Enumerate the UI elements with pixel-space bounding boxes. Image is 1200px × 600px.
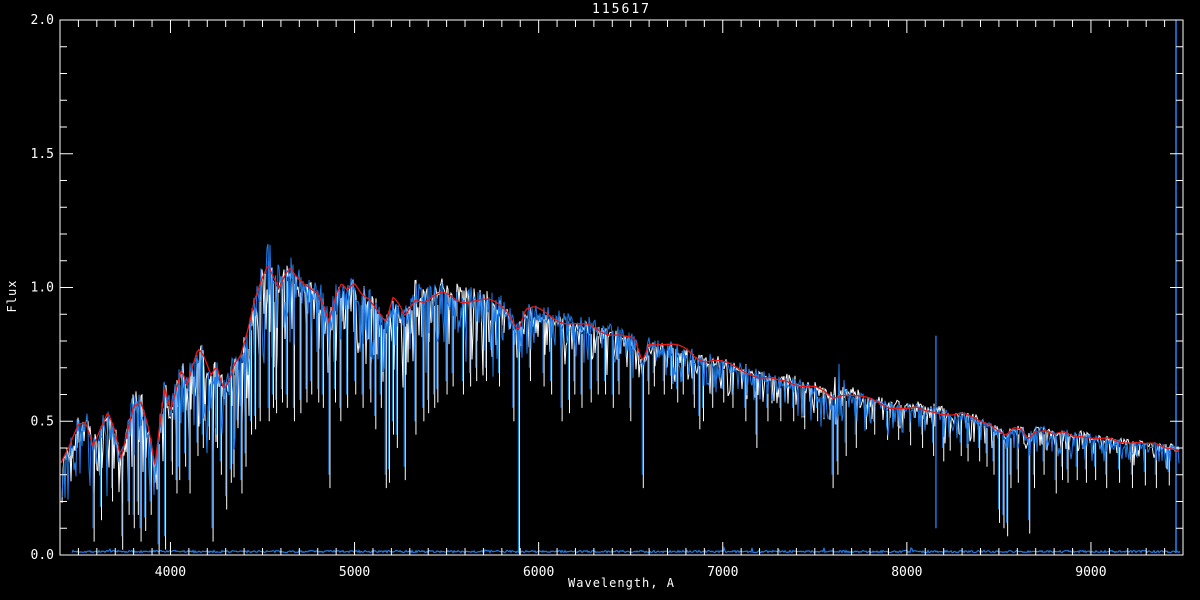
error-spectrum-trace bbox=[72, 548, 1180, 553]
model-fit-red bbox=[61, 267, 1179, 465]
y-tick-label: 0.5 bbox=[31, 414, 54, 429]
x-tick-label: 7000 bbox=[707, 565, 738, 580]
plot-area: 4000 5000 6000 7000 8000 9000 0.0 0.5 1.0 1.5 2.0 bbox=[0, 0, 1200, 600]
plot-border bbox=[60, 20, 1183, 555]
x-tick-label: 8000 bbox=[891, 565, 922, 580]
y-tick-label: 2.0 bbox=[31, 13, 54, 28]
x-tick-label: 5000 bbox=[339, 565, 370, 580]
y-tick-label: 1.5 bbox=[31, 147, 54, 162]
x-tick-label: 6000 bbox=[523, 565, 554, 580]
y-tick-label: 1.0 bbox=[31, 281, 54, 296]
y-tick-label: 0.0 bbox=[31, 548, 54, 563]
spectrum-figure: 115617 Flux Wavelength, A 40005000600070… bbox=[0, 0, 1200, 600]
x-tick-label: 9000 bbox=[1075, 565, 1106, 580]
x-tick-label: 4000 bbox=[155, 565, 186, 580]
observed-spectrum-blue bbox=[62, 244, 1179, 500]
